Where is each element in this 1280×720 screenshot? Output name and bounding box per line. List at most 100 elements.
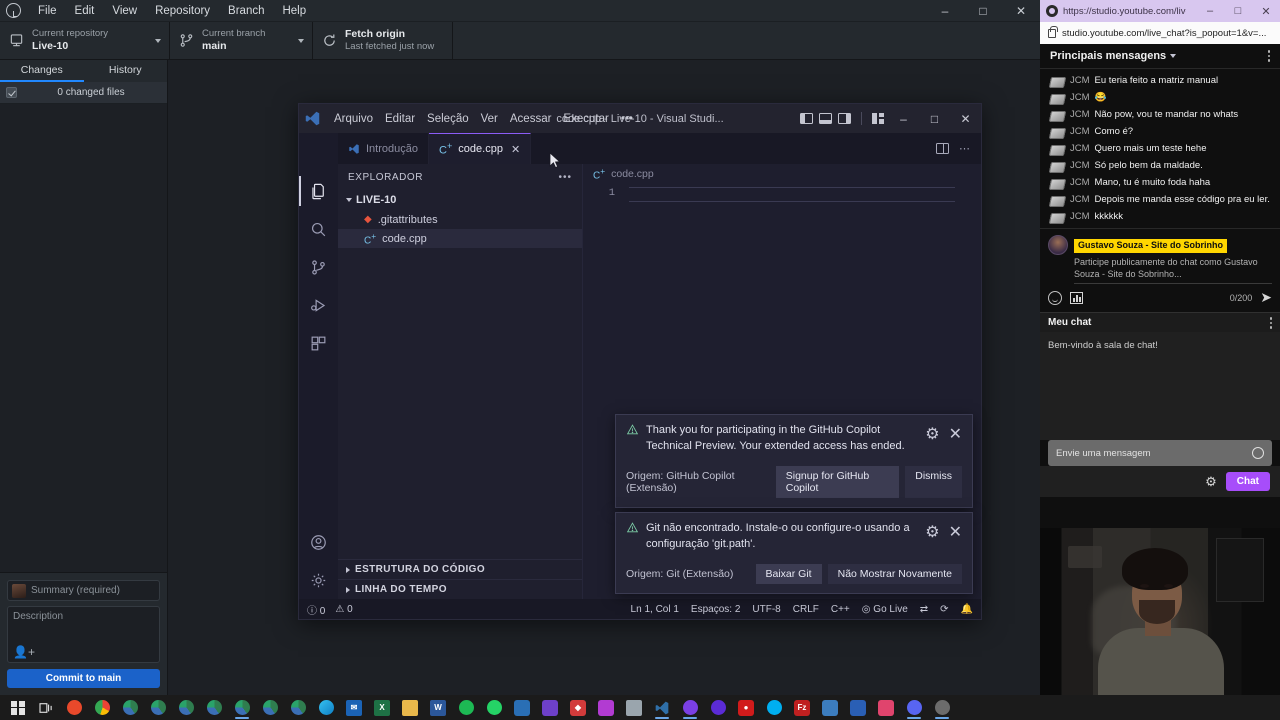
minimize-button[interactable]: – (926, 0, 964, 22)
explorer-icon[interactable] (299, 172, 338, 210)
panel-right-icon[interactable] (838, 113, 851, 124)
shield-app-icon[interactable] (508, 695, 536, 720)
chat-author[interactable]: JCM (1070, 177, 1090, 188)
github-desktop-menubar[interactable]: File Edit View Repository Branch Help (29, 3, 315, 19)
chat-author[interactable]: JCM (1070, 126, 1090, 137)
section-linha-do-tempo[interactable]: LINHA DO TEMPO (338, 579, 582, 599)
search-icon[interactable] (299, 210, 338, 248)
my-chat-input[interactable]: Envie uma mensagem (1056, 448, 1252, 459)
line-endings[interactable]: CRLF (793, 604, 819, 615)
avatar[interactable] (1048, 235, 1068, 255)
bell-icon[interactable]: 🔔 (961, 604, 973, 615)
run-and-debug-icon[interactable] (299, 286, 338, 324)
select-all-checkbox[interactable] (6, 87, 17, 98)
cursor-position[interactable]: Ln 1, Col 1 (631, 604, 679, 615)
chat-options-icon[interactable] (1267, 50, 1270, 62)
settings-sync-icon[interactable]: ⟳ (940, 604, 948, 615)
my-chat-options-icon[interactable] (1269, 317, 1272, 329)
panel-left-icon[interactable] (800, 113, 813, 124)
file-gitattributes[interactable]: ◆ .gitattributes (338, 210, 582, 229)
chat-send-button[interactable]: Chat (1225, 472, 1270, 492)
poll-icon[interactable] (1070, 291, 1083, 304)
commit-to-main-button[interactable]: Commit to main (7, 669, 160, 688)
chat-author[interactable]: JCM (1070, 194, 1090, 205)
current-branch-button[interactable]: Current branch main (170, 22, 313, 59)
file-explorer-icon[interactable] (396, 695, 424, 720)
chrome-last-icon[interactable] (928, 695, 956, 720)
close-icon[interactable]: ✕ (511, 143, 520, 156)
obs-icon[interactable]: ◆ (564, 695, 592, 720)
settings-gear-icon[interactable] (299, 561, 338, 599)
tab-code-cpp[interactable]: C+ code.cpp ✕ (428, 133, 532, 164)
chrome-profile-2-icon[interactable] (144, 695, 172, 720)
menu-branch[interactable]: Branch (219, 3, 273, 19)
chat-author[interactable]: JCM (1070, 143, 1090, 154)
commit-description-input[interactable] (13, 611, 154, 645)
menu-view[interactable]: View (103, 3, 146, 19)
chevron-down-icon[interactable] (1170, 54, 1177, 58)
menu-editar[interactable]: Editar (379, 111, 421, 127)
section-estrutura-do-codigo[interactable]: ESTRUTURA DO CÓDIGO (338, 559, 582, 579)
menu-help[interactable]: Help (273, 3, 315, 19)
chat-author[interactable]: JCM (1070, 211, 1090, 222)
brave-icon[interactable] (60, 695, 88, 720)
chrome-icon[interactable] (88, 695, 116, 720)
filezilla-icon[interactable]: Fz (788, 695, 816, 720)
mail-icon[interactable]: ✉ (340, 695, 368, 720)
tab-history[interactable]: History (84, 60, 168, 82)
whatsapp-icon[interactable] (480, 695, 508, 720)
dismiss-button[interactable]: Dismiss (905, 465, 962, 498)
discord-icon[interactable] (900, 695, 928, 720)
chrome-profile-3-icon[interactable] (172, 695, 200, 720)
commit-summary-input[interactable] (31, 585, 155, 596)
current-repository-button[interactable]: Current repository Live-10 (0, 22, 170, 59)
vscode-icon[interactable] (648, 695, 676, 720)
vscode-menubar[interactable]: Arquivo Editar Seleção Ver Acessar Execu… (328, 111, 639, 127)
chat-author[interactable]: JCM (1070, 75, 1090, 86)
nao-mostrar-novamente-button[interactable]: Não Mostrar Novamente (827, 563, 962, 584)
close-icon[interactable]: ✕ (949, 424, 962, 444)
close-icon[interactable]: ✕ (949, 522, 962, 542)
menu-arquivo[interactable]: Arquivo (328, 111, 379, 127)
chat-author[interactable]: JCM (1070, 92, 1090, 103)
breadcrumb[interactable]: C+ code.cpp (583, 164, 981, 184)
close-button[interactable]: ✕ (950, 104, 981, 133)
browser-tab-title[interactable]: https://studio.youtube.com/live_ch... (1063, 6, 1186, 17)
more-actions-icon[interactable]: ⋯ (959, 142, 971, 155)
menu-edit[interactable]: Edit (66, 3, 104, 19)
menu-more[interactable]: ••• (615, 111, 639, 127)
split-editor-icon[interactable] (936, 143, 949, 154)
skype-icon[interactable] (760, 695, 788, 720)
error-count[interactable]: ⓘ 0 (307, 602, 325, 617)
minimize-button[interactable]: – (1196, 0, 1224, 22)
word-icon[interactable]: W (424, 695, 452, 720)
menu-executar[interactable]: Executar (557, 111, 614, 127)
emoji-icon[interactable] (1048, 290, 1062, 305)
chrome-profile-1-icon[interactable] (116, 695, 144, 720)
chrome-profile-4-icon[interactable] (200, 695, 228, 720)
maximize-button[interactable]: □ (964, 0, 1002, 22)
menu-acessar[interactable]: Acessar (504, 111, 558, 127)
warning-count[interactable]: ⚠ 0 (335, 604, 352, 615)
panel-bottom-icon[interactable] (819, 113, 832, 124)
app-purple-icon[interactable] (592, 695, 620, 720)
chat-author[interactable]: JCM (1070, 160, 1090, 171)
tab-introducao[interactable]: Introdução (338, 133, 429, 164)
chat-author[interactable]: JCM (1070, 109, 1090, 120)
maximize-button[interactable]: □ (1224, 0, 1252, 22)
excel-icon[interactable]: X (368, 695, 396, 720)
network-tool-icon[interactable] (816, 695, 844, 720)
source-control-icon[interactable] (299, 248, 338, 286)
go-live-button[interactable]: ◎ Go Live (862, 604, 908, 615)
task-view-button[interactable] (32, 695, 60, 720)
tab-changes[interactable]: Changes (0, 60, 84, 82)
chrome-profile-6-icon[interactable] (256, 695, 284, 720)
my-chat-input-wrapper[interactable]: Envie uma mensagem (1048, 440, 1272, 467)
maximize-button[interactable]: □ (919, 104, 950, 133)
gear-icon[interactable]: ⚙ (1205, 474, 1217, 490)
notes-icon[interactable] (620, 695, 648, 720)
extensions-icon[interactable] (299, 324, 338, 362)
menu-repository[interactable]: Repository (146, 3, 219, 19)
signup-for-github-copilot-button[interactable]: Signup for GitHub Copilot (775, 465, 900, 498)
close-button[interactable]: ✕ (1252, 0, 1280, 22)
